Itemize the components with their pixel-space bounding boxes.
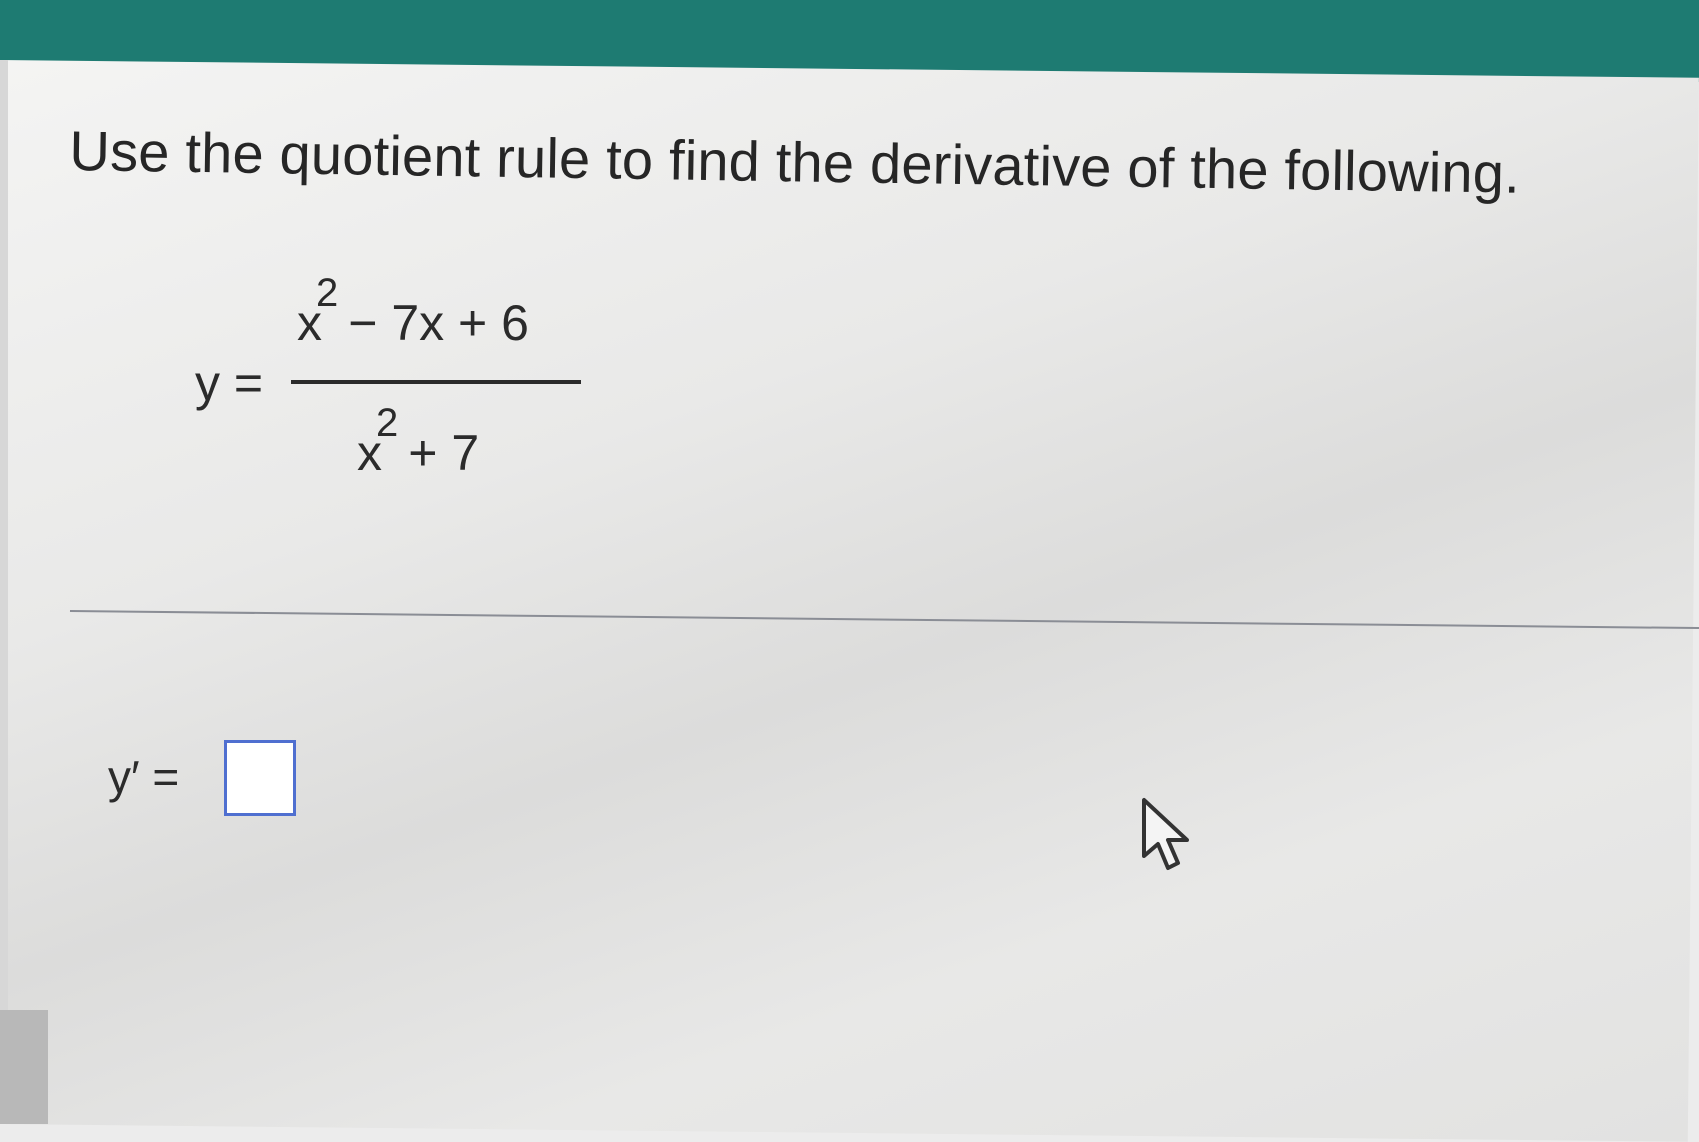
- answer-label: y′ =: [108, 751, 180, 803]
- fraction-bar: [291, 380, 581, 384]
- numerator-exponent: 2: [316, 271, 339, 315]
- left-edge: [0, 60, 8, 1124]
- denominator-exponent: 2: [376, 401, 399, 445]
- left-panel-edge: [0, 1010, 48, 1124]
- equation-lhs: y =: [195, 355, 264, 411]
- answer-input[interactable]: [224, 740, 296, 816]
- mouse-pointer-icon: [1142, 798, 1189, 870]
- equation: y = x2− 7x + 6 x2+ 7: [195, 262, 615, 492]
- answer-row: y′ =: [108, 740, 348, 820]
- question-page: [0, 60, 1699, 1142]
- denominator-rest: + 7: [408, 425, 480, 481]
- fraction-numerator: x2− 7x + 6: [297, 271, 529, 352]
- fraction-denominator: x2+ 7: [357, 401, 480, 482]
- numerator-rest: − 7x + 6: [348, 295, 529, 351]
